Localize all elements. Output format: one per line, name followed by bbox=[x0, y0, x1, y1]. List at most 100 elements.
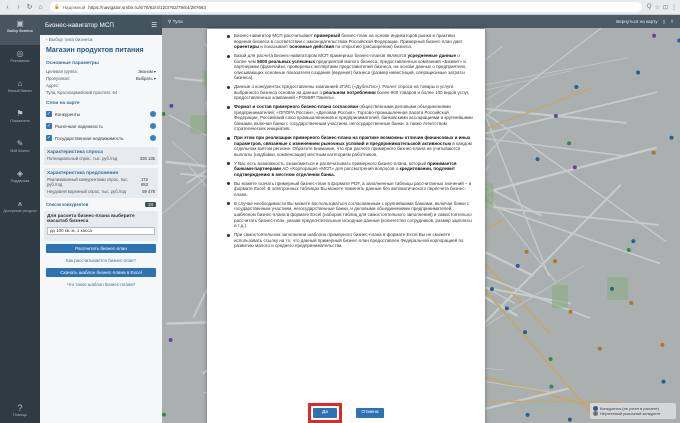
city-selector[interactable]: ⚲ Тула bbox=[168, 19, 183, 25]
rail-item[interactable]: ⚑ Показатели bbox=[0, 105, 40, 135]
rail-label: Рекламные bbox=[10, 59, 30, 63]
supply-value: 172 653 bbox=[140, 177, 148, 187]
param-label: Тула, Красноармейский проспект, 64 bbox=[46, 90, 118, 95]
dialog-footer: Да Отмена bbox=[207, 403, 485, 423]
extension-icon[interactable]: Q bbox=[647, 4, 652, 11]
rail-item[interactable]: ◈ Поддержка bbox=[0, 165, 40, 195]
text-run: по открытию (расширению) бизнеса. bbox=[334, 44, 413, 50]
rail-item[interactable]: ◎ Рекламные bbox=[0, 45, 40, 75]
map-toolbar: ⚲ Тула Вернуться на карту ▯ ⇪ bbox=[162, 15, 680, 28]
supply-value: 59 478 bbox=[142, 189, 155, 194]
ok-button[interactable]: Да bbox=[313, 408, 337, 418]
info-icon[interactable] bbox=[150, 111, 156, 117]
bullet-icon bbox=[227, 54, 230, 58]
param-label: Адрес: bbox=[46, 83, 60, 88]
paragraph-text: В случае необходимости Вы можете восполь… bbox=[234, 201, 473, 229]
howto-link[interactable]: Как рассчитывается бизнес-план? bbox=[40, 256, 162, 265]
security-label: Надежный bbox=[62, 4, 86, 10]
bullet-icon bbox=[227, 182, 230, 186]
browser-toolbar: ‹ › ↻ ⌂ 🔒 Надежный https://navigator.smb… bbox=[0, 0, 680, 15]
checkbox-icon[interactable]: ✓ bbox=[46, 123, 52, 129]
text-run: При самостоятельном заполнении шаблона п… bbox=[234, 231, 464, 249]
question-icon: ? bbox=[17, 403, 23, 413]
rail-icon: ◎ bbox=[16, 49, 24, 58]
rail-label: Показатели bbox=[10, 119, 30, 123]
address-bar[interactable]: 🔒 Надежный https://navigator.smbn.ru/s/7… bbox=[50, 2, 642, 12]
text-run: Бизнес-навигатор МСП рассчитывает bbox=[234, 33, 314, 38]
supply-row: Реализованный конкурентами спрос, тыс. р… bbox=[47, 176, 155, 188]
template-link[interactable]: Что такое шаблон бизнес-плана? bbox=[40, 280, 162, 289]
bullet-icon bbox=[227, 233, 230, 237]
dialog-paragraph: Формат и состав примерного бизнес-плана … bbox=[227, 104, 473, 132]
calc-header: Для расчета бизнес-плана выберите масшта… bbox=[47, 214, 135, 224]
url-text: https://navigator.smbn.ru/s/76/82/4/12/3… bbox=[88, 4, 207, 10]
demand-value: 326 135 bbox=[139, 156, 155, 161]
dialog-paragraph: У Вас есть возможность ознакомиться и ра… bbox=[227, 161, 473, 178]
back-link[interactable]: ‹ Выбор типа бизнеса bbox=[40, 35, 162, 45]
reload-button[interactable]: ↻ bbox=[25, 3, 34, 12]
download-excel-button[interactable]: Скачать шаблон бизнес-плана в Excel bbox=[46, 268, 156, 277]
bold-text: усредненные данные bbox=[407, 52, 457, 58]
layer-toggle[interactable]: ✓ Конкуренты bbox=[40, 108, 162, 120]
param-value[interactable]: Выбрать ▾ bbox=[136, 76, 156, 81]
params-header: Основные параметры bbox=[46, 61, 99, 66]
dialog-paragraph: Вы можете скачать примерный бизнес-план … bbox=[227, 181, 473, 198]
extension-icon[interactable]: ⊡ bbox=[663, 4, 668, 11]
layers-list: ✓ Конкуренты ✓ Рыночная надежность ✓ Государс… bbox=[40, 108, 162, 144]
checkbox-icon[interactable]: ✓ bbox=[46, 111, 52, 117]
competitors-link[interactable]: Список конкурентов bbox=[46, 202, 88, 207]
business-plan-dialog: Бизнес-навигатор МСП рассчитывает пример… bbox=[207, 29, 485, 423]
bullet-icon bbox=[227, 202, 230, 206]
extension-icon[interactable]: ☆ bbox=[655, 4, 660, 11]
bullet-icon bbox=[227, 105, 230, 109]
help-item[interactable]: ? Помощь bbox=[0, 403, 40, 417]
menu-icon[interactable]: ☰ bbox=[151, 21, 157, 29]
home-button[interactable]: ⌂ bbox=[36, 3, 45, 12]
cancel-button[interactable]: Отмена bbox=[356, 408, 384, 418]
forward-nav-button[interactable]: › bbox=[14, 3, 23, 12]
layer-label: Государственная недвижимость bbox=[55, 135, 124, 141]
paragraph-text: Формат и состав примерного бизнес-плана … bbox=[234, 104, 473, 132]
app-title: Бизнес-навигатор МСП bbox=[45, 21, 115, 29]
calc-button[interactable]: Рассчитать бизнес-план bbox=[46, 244, 156, 253]
extension-icon[interactable]: ⋮ bbox=[671, 4, 677, 11]
dialog-body: Бизнес-навигатор МСП рассчитывает пример… bbox=[207, 29, 485, 249]
rail-item[interactable]: ▣ Выбор бизнеса bbox=[0, 15, 40, 45]
fullscreen-icon[interactable]: ▯ bbox=[663, 19, 666, 25]
bullet-icon bbox=[227, 85, 230, 89]
bold-text: Формат и состав примерного бизнес-плана … bbox=[234, 104, 359, 110]
dialog-paragraph: Данные о конкурентах предоставлены компа… bbox=[227, 84, 473, 101]
layers-header: Слои на карте bbox=[46, 101, 80, 106]
dialog-paragraph: Бизнес-навигатор МСП рассчитывает пример… bbox=[227, 33, 473, 50]
param-value[interactable]: Эконом ▾ bbox=[138, 69, 156, 74]
supply-label: Реализованный конкурентами спрос, тыс. р… bbox=[47, 177, 129, 187]
rail-icon: ▣ bbox=[16, 19, 24, 28]
competitors-count: 24 bbox=[145, 202, 156, 207]
paragraph-text: У Вас есть возможность ознакомиться и ра… bbox=[234, 161, 473, 178]
info-icon[interactable] bbox=[150, 123, 156, 129]
back-to-map-button[interactable]: Вернуться на карту bbox=[616, 19, 658, 24]
share-icon[interactable]: ⇪ bbox=[670, 19, 674, 25]
dialog-paragraph: Базой для расчета Бизнес-навигатором МСП… bbox=[227, 53, 473, 81]
param-row: Тула, Красноармейский проспект, 64 bbox=[40, 89, 162, 96]
param-label: Целевая группа: bbox=[46, 69, 78, 74]
paragraph-text: При этом при реализации примерного бизне… bbox=[234, 135, 473, 157]
supply-label: Неудовлетворенный спрос, тыс. руб./год bbox=[47, 189, 127, 194]
help-label: Помощь bbox=[13, 413, 27, 417]
text-run: В случае необходимости Вы можете восполь… bbox=[234, 200, 472, 229]
info-icon[interactable] bbox=[150, 135, 156, 141]
rail-item[interactable]: ⌂ Малый бизнес bbox=[0, 75, 40, 105]
scale-select[interactable]: до 100 кв. м, 1 касса bbox=[47, 227, 155, 235]
rail-item[interactable]: ⩚ Доступные ресурсы bbox=[0, 195, 40, 225]
rail-icon: ◈ bbox=[16, 169, 24, 178]
rail-icon: ⩚ bbox=[17, 199, 23, 208]
checkbox-icon[interactable]: ✓ bbox=[46, 135, 52, 141]
layer-toggle[interactable]: ✓ Рыночная надежность bbox=[40, 120, 162, 132]
rail-icon: ⌂ bbox=[17, 79, 23, 88]
dialog-paragraph: При этом при реализации примерного бизне… bbox=[227, 135, 473, 157]
rail-label: Поддержка bbox=[10, 179, 30, 183]
layer-toggle[interactable]: ✓ Государственная недвижимость bbox=[40, 132, 162, 144]
rail-item[interactable]: ✎ Мой бизнес bbox=[0, 135, 40, 165]
back-nav-button[interactable]: ‹ bbox=[3, 3, 12, 12]
paragraph-text: Вы можете скачать примерный бизнес-план … bbox=[234, 181, 473, 198]
